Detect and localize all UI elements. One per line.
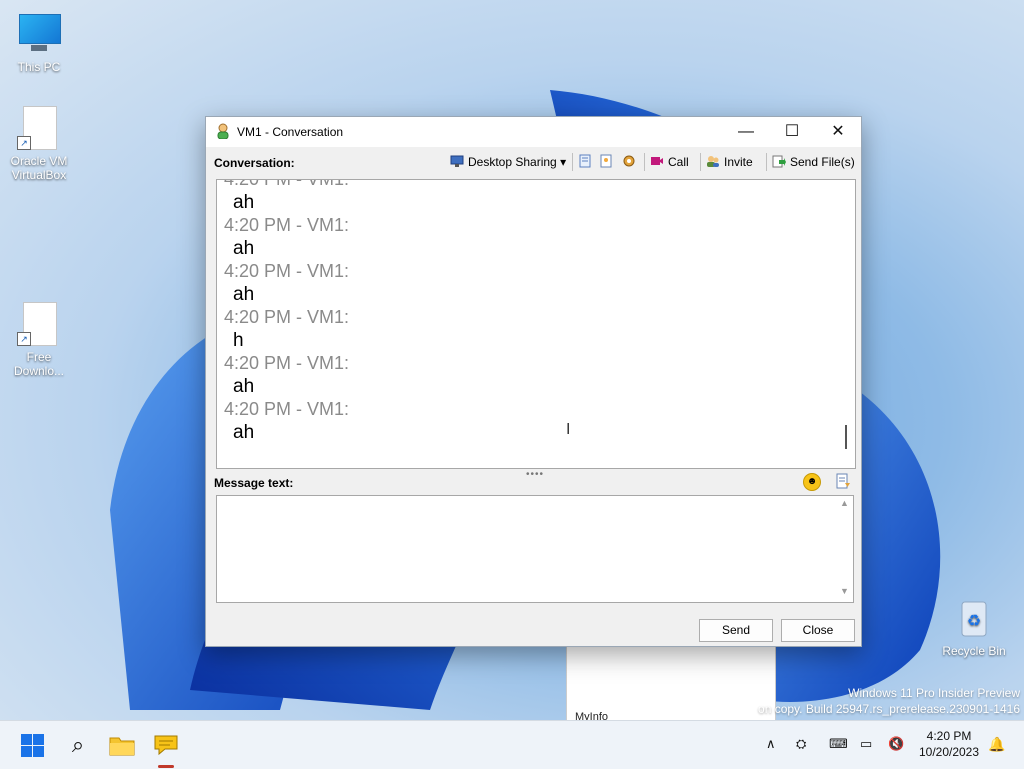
desktop-sharing-label: Desktop Sharing xyxy=(468,155,557,169)
message-header: 4:20 PM - VM1: xyxy=(224,353,350,373)
shortcut-document-icon: ↗ xyxy=(17,106,61,150)
desktop-sharing-icon xyxy=(450,155,464,167)
minimize-button[interactable]: — xyxy=(723,117,769,147)
system-clock[interactable]: 4:20 PM 10/20/2023 xyxy=(914,728,984,760)
call-label: Call xyxy=(668,155,689,169)
desktop-icon-label: Free Downlo... xyxy=(13,350,65,378)
message-text: h xyxy=(233,330,244,351)
message-text: ah xyxy=(233,376,255,397)
background-window[interactable]: MyInfo xyxy=(566,645,776,723)
message-text-label: Message text: xyxy=(214,476,294,490)
contact-card-icon xyxy=(600,154,612,168)
smiley-icon: ☻ xyxy=(806,476,818,487)
maximize-button[interactable]: ☐ xyxy=(769,117,815,147)
file-explorer-button[interactable] xyxy=(108,731,136,759)
search-button[interactable]: ⌕ xyxy=(64,731,92,759)
send-button[interactable]: Send xyxy=(699,619,773,642)
desktop-icon-oracle-vm-virtualbox[interactable]: ↗ Oracle VM VirtualBox xyxy=(3,106,75,182)
history-entry: 4:20 PM - VM1: ah xyxy=(217,352,349,398)
message-header: 4:20 PM - VM1: xyxy=(224,215,350,235)
send-files-button[interactable]: Send File(s) xyxy=(772,153,855,171)
invite-button[interactable]: Invite xyxy=(706,153,753,171)
send-files-label: Send File(s) xyxy=(790,155,855,169)
message-text: ah xyxy=(233,284,255,305)
search-icon: ⌕ xyxy=(71,732,85,757)
contact-icon xyxy=(217,123,229,139)
watermark-line-1: Windows 11 Pro Insider Preview xyxy=(848,686,1020,700)
desktop-sharing-button[interactable]: Desktop Sharing ▾ xyxy=(450,153,566,171)
chat-bubble-icon xyxy=(154,735,178,756)
font-format-icon[interactable] xyxy=(836,473,850,489)
toolbar-separator xyxy=(572,153,573,171)
recycle-bin-icon: ♻ xyxy=(952,596,996,640)
toolbar-separator xyxy=(644,153,645,171)
close-window-button[interactable]: ✕ xyxy=(815,117,861,147)
desktop-icon-label: This PC xyxy=(17,60,61,74)
message-header: 4:20 PM - VM1: xyxy=(224,261,350,281)
conversation-label: Conversation: xyxy=(214,156,295,170)
message-text: ah xyxy=(233,192,255,213)
toolbar: Conversation: Desktop Sharing ▾ Call Inv… xyxy=(206,147,861,177)
scroll-up-arrow-icon[interactable]: ▲ xyxy=(840,498,849,508)
video-camera-icon xyxy=(651,157,663,165)
splitter-handle[interactable]: •••• xyxy=(526,469,544,480)
window-title: VM1 - Conversation xyxy=(237,125,344,139)
invite-label: Invite xyxy=(724,155,753,169)
volume-muted-icon[interactable]: 🔇 xyxy=(888,736,904,752)
message-header: 4:20 PM - VM1: xyxy=(224,179,350,189)
message-header: 4:20 PM - VM1: xyxy=(224,307,350,327)
close-button[interactable]: Close xyxy=(781,619,855,642)
emoticon-button[interactable]: ☻ xyxy=(803,473,821,491)
scroll-down-arrow-icon[interactable]: ▼ xyxy=(840,586,849,596)
desktop-icon-label: Recycle Bin xyxy=(942,644,1006,658)
history-scrollbar[interactable] xyxy=(841,180,853,468)
notebook-icon xyxy=(579,154,591,168)
history-scrollbar-thumb[interactable] xyxy=(845,425,847,449)
send-file-icon xyxy=(772,155,786,168)
text-cursor-icon: I xyxy=(566,421,571,438)
history-entry: 4:20 PM - VM1: ah xyxy=(217,398,349,444)
history-entry: 4:20 PM - VM1: ah xyxy=(217,260,349,306)
desktop-icon-free-download[interactable]: ↗ Free Downlo... xyxy=(3,302,75,378)
gear-icon xyxy=(623,155,635,167)
show-hidden-icons-chevron-icon[interactable]: ∧ xyxy=(766,736,776,752)
toolbar-separator xyxy=(700,153,701,171)
conversation-history[interactable]: 4:20 PM - VM1: ah 4:20 PM - VM1: ah 4:20… xyxy=(216,179,856,469)
watermark-line-2: on copy. Build 25947.rs_prerelease.23090… xyxy=(758,702,1020,716)
svg-text:♻: ♻ xyxy=(967,613,981,630)
desktop-icon-this-pc[interactable]: This PC xyxy=(3,12,75,74)
monitor-icon xyxy=(17,12,61,56)
shortcut-document-icon: ↗ xyxy=(17,302,61,346)
conversation-window: VM1 - Conversation — ☐ ✕ Conversation: D… xyxy=(205,116,862,647)
whiteboard-button[interactable] xyxy=(578,153,596,171)
clock-date: 10/20/2023 xyxy=(918,745,980,759)
dropdown-arrow-icon: ▾ xyxy=(560,155,567,169)
toolbar-separator xyxy=(766,153,767,171)
onedrive-status-icon[interactable]: ⛭ xyxy=(796,736,806,752)
taskbar: ⌕ ∧ ⛭ ⌨ ▭ 🔇 4:20 PM 10/20/2023 🔔 xyxy=(0,720,1024,769)
history-entry: 4:20 PM - VM1: ah xyxy=(217,179,350,214)
invite-users-icon xyxy=(707,156,719,167)
contact-info-button[interactable] xyxy=(599,153,617,171)
notification-bell-icon[interactable]: 🔔 xyxy=(988,736,1005,753)
display-icon[interactable]: ▭ xyxy=(860,736,872,752)
clock-time: 4:20 PM xyxy=(926,729,972,743)
start-button[interactable] xyxy=(20,731,48,759)
message-input[interactable] xyxy=(216,495,854,603)
call-button[interactable]: Call xyxy=(650,153,689,171)
message-header: 4:20 PM - VM1: xyxy=(224,399,350,419)
desktop-icon-recycle-bin[interactable]: ♻ Recycle Bin xyxy=(938,596,1010,658)
history-entry: 4:20 PM - VM1: h xyxy=(217,306,349,352)
keyboard-icon[interactable]: ⌨ xyxy=(829,736,848,752)
message-text: ah xyxy=(233,422,255,443)
folder-icon xyxy=(109,737,135,756)
message-text: ah xyxy=(233,238,255,259)
messenger-taskbar-button[interactable] xyxy=(152,731,180,759)
desktop-icon-label: Oracle VM VirtualBox xyxy=(10,154,68,182)
history-entry: 4:20 PM - VM1: ah xyxy=(217,214,349,260)
settings-button[interactable] xyxy=(622,153,640,171)
title-bar[interactable]: VM1 - Conversation — ☐ ✕ xyxy=(206,117,861,147)
